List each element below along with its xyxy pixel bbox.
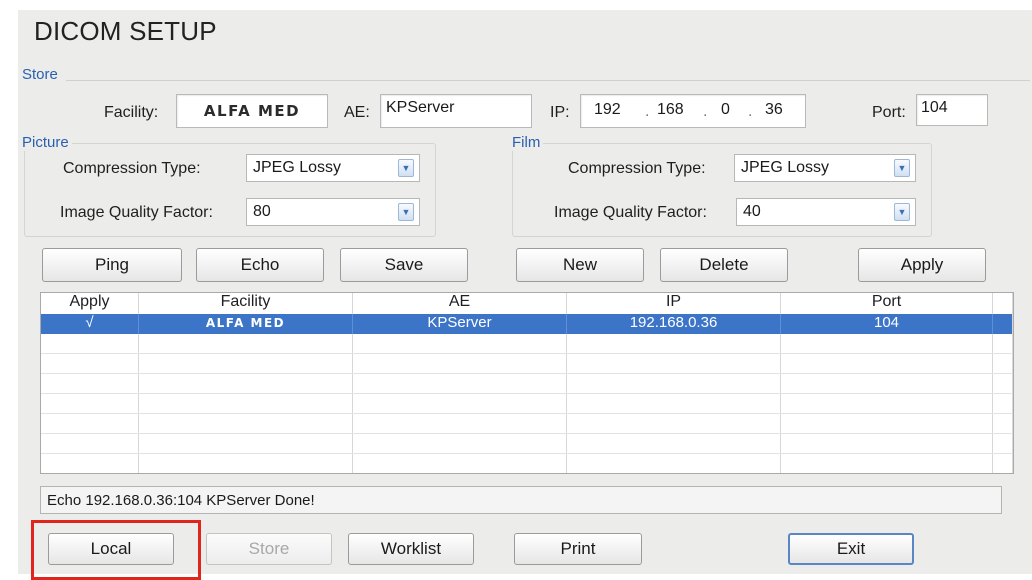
apply-button[interactable]: Apply [858, 248, 986, 282]
store-button: Store [206, 533, 332, 565]
table-row[interactable] [41, 334, 1013, 354]
save-button[interactable]: Save [340, 248, 468, 282]
column-header-spacer [993, 293, 1013, 314]
chevron-down-icon[interactable]: ▼ [398, 203, 414, 221]
picture-legend: Picture [22, 134, 72, 151]
exit-button[interactable]: Exit [788, 533, 914, 565]
chevron-down-icon[interactable]: ▼ [894, 159, 910, 177]
column-header-ae[interactable]: AE [353, 293, 567, 314]
picture-compression-label: Compression Type: [63, 160, 201, 177]
facility-field[interactable]: ALFA MED [176, 94, 328, 128]
print-button[interactable]: Print [514, 533, 642, 565]
ip-octet-4: 36 [765, 101, 783, 118]
film-legend: Film [512, 134, 544, 151]
worklist-button[interactable]: Worklist [348, 533, 474, 565]
film-quality-select[interactable]: 40 ▼ [736, 198, 916, 226]
ip-octet-2: 168 [657, 101, 684, 118]
picture-quality-value: 80 [253, 203, 271, 220]
table-row[interactable]: √ ALFA MED KPServer 192.168.0.36 104 [41, 314, 1013, 334]
table-row[interactable] [41, 394, 1013, 414]
picture-compression-value: JPEG Lossy [253, 159, 342, 176]
ping-button[interactable]: Ping [42, 248, 182, 282]
ip-octet-3: 0 [721, 101, 730, 118]
ae-field[interactable]: KPServer [380, 94, 532, 128]
echo-button[interactable]: Echo [196, 248, 324, 282]
row-apply-check[interactable]: √ [41, 314, 139, 334]
window-title: DICOM SETUP [34, 16, 217, 46]
row-ae: KPServer [353, 314, 567, 334]
picture-quality-select[interactable]: 80 ▼ [246, 198, 420, 226]
facility-logo-text: ALFA MED [203, 102, 301, 120]
port-field[interactable]: 104 [916, 94, 988, 126]
ip-dot-1: . [645, 103, 650, 120]
table-header: Apply Facility AE IP Port [41, 293, 1013, 314]
chevron-down-icon[interactable]: ▼ [894, 203, 910, 221]
film-quality-label: Image Quality Factor: [554, 204, 707, 221]
table-row[interactable] [41, 434, 1013, 454]
column-header-apply[interactable]: Apply [41, 293, 139, 314]
delete-button[interactable]: Delete [660, 248, 788, 282]
ip-octet-1: 192 [594, 101, 621, 118]
row-spacer [993, 314, 1013, 334]
film-compression-label: Compression Type: [568, 160, 706, 177]
highlight-box [31, 520, 201, 580]
row-ip: 192.168.0.36 [567, 314, 781, 334]
status-message: Echo 192.168.0.36:104 KPServer Done! [47, 491, 315, 509]
store-legend: Store [22, 66, 58, 83]
picture-compression-select[interactable]: JPEG Lossy ▼ [246, 154, 420, 182]
ae-label: AE: [344, 104, 370, 121]
row-facility: ALFA MED [139, 314, 353, 334]
ip-label: IP: [550, 104, 570, 121]
server-table[interactable]: Apply Facility AE IP Port √ ALFA MED KPS… [40, 292, 1014, 474]
status-message-bar: Echo 192.168.0.36:104 KPServer Done! [40, 486, 1002, 514]
port-field-value: 104 [921, 99, 948, 116]
port-label: Port: [872, 104, 906, 121]
column-header-ip[interactable]: IP [567, 293, 781, 314]
ip-dot-2: . [703, 103, 708, 120]
ae-field-value: KPServer [386, 99, 455, 116]
film-compression-value: JPEG Lossy [741, 159, 830, 176]
row-facility-logo-text: ALFA MED [205, 316, 286, 330]
store-divider [66, 80, 1030, 81]
table-row[interactable] [41, 454, 1013, 473]
film-compression-select[interactable]: JPEG Lossy ▼ [734, 154, 916, 182]
ip-dot-3: . [748, 103, 753, 120]
table-row[interactable] [41, 354, 1013, 374]
row-port: 104 [781, 314, 993, 334]
facility-label: Facility: [104, 104, 159, 121]
chevron-down-icon[interactable]: ▼ [398, 159, 414, 177]
new-button[interactable]: New [516, 248, 644, 282]
column-header-facility[interactable]: Facility [139, 293, 353, 314]
table-row[interactable] [41, 414, 1013, 434]
film-quality-value: 40 [743, 203, 761, 220]
table-row[interactable] [41, 374, 1013, 394]
ip-address-field[interactable]: 192 . 168 . 0 . 36 [580, 94, 806, 128]
picture-quality-label: Image Quality Factor: [60, 204, 213, 221]
column-header-port[interactable]: Port [781, 293, 993, 314]
